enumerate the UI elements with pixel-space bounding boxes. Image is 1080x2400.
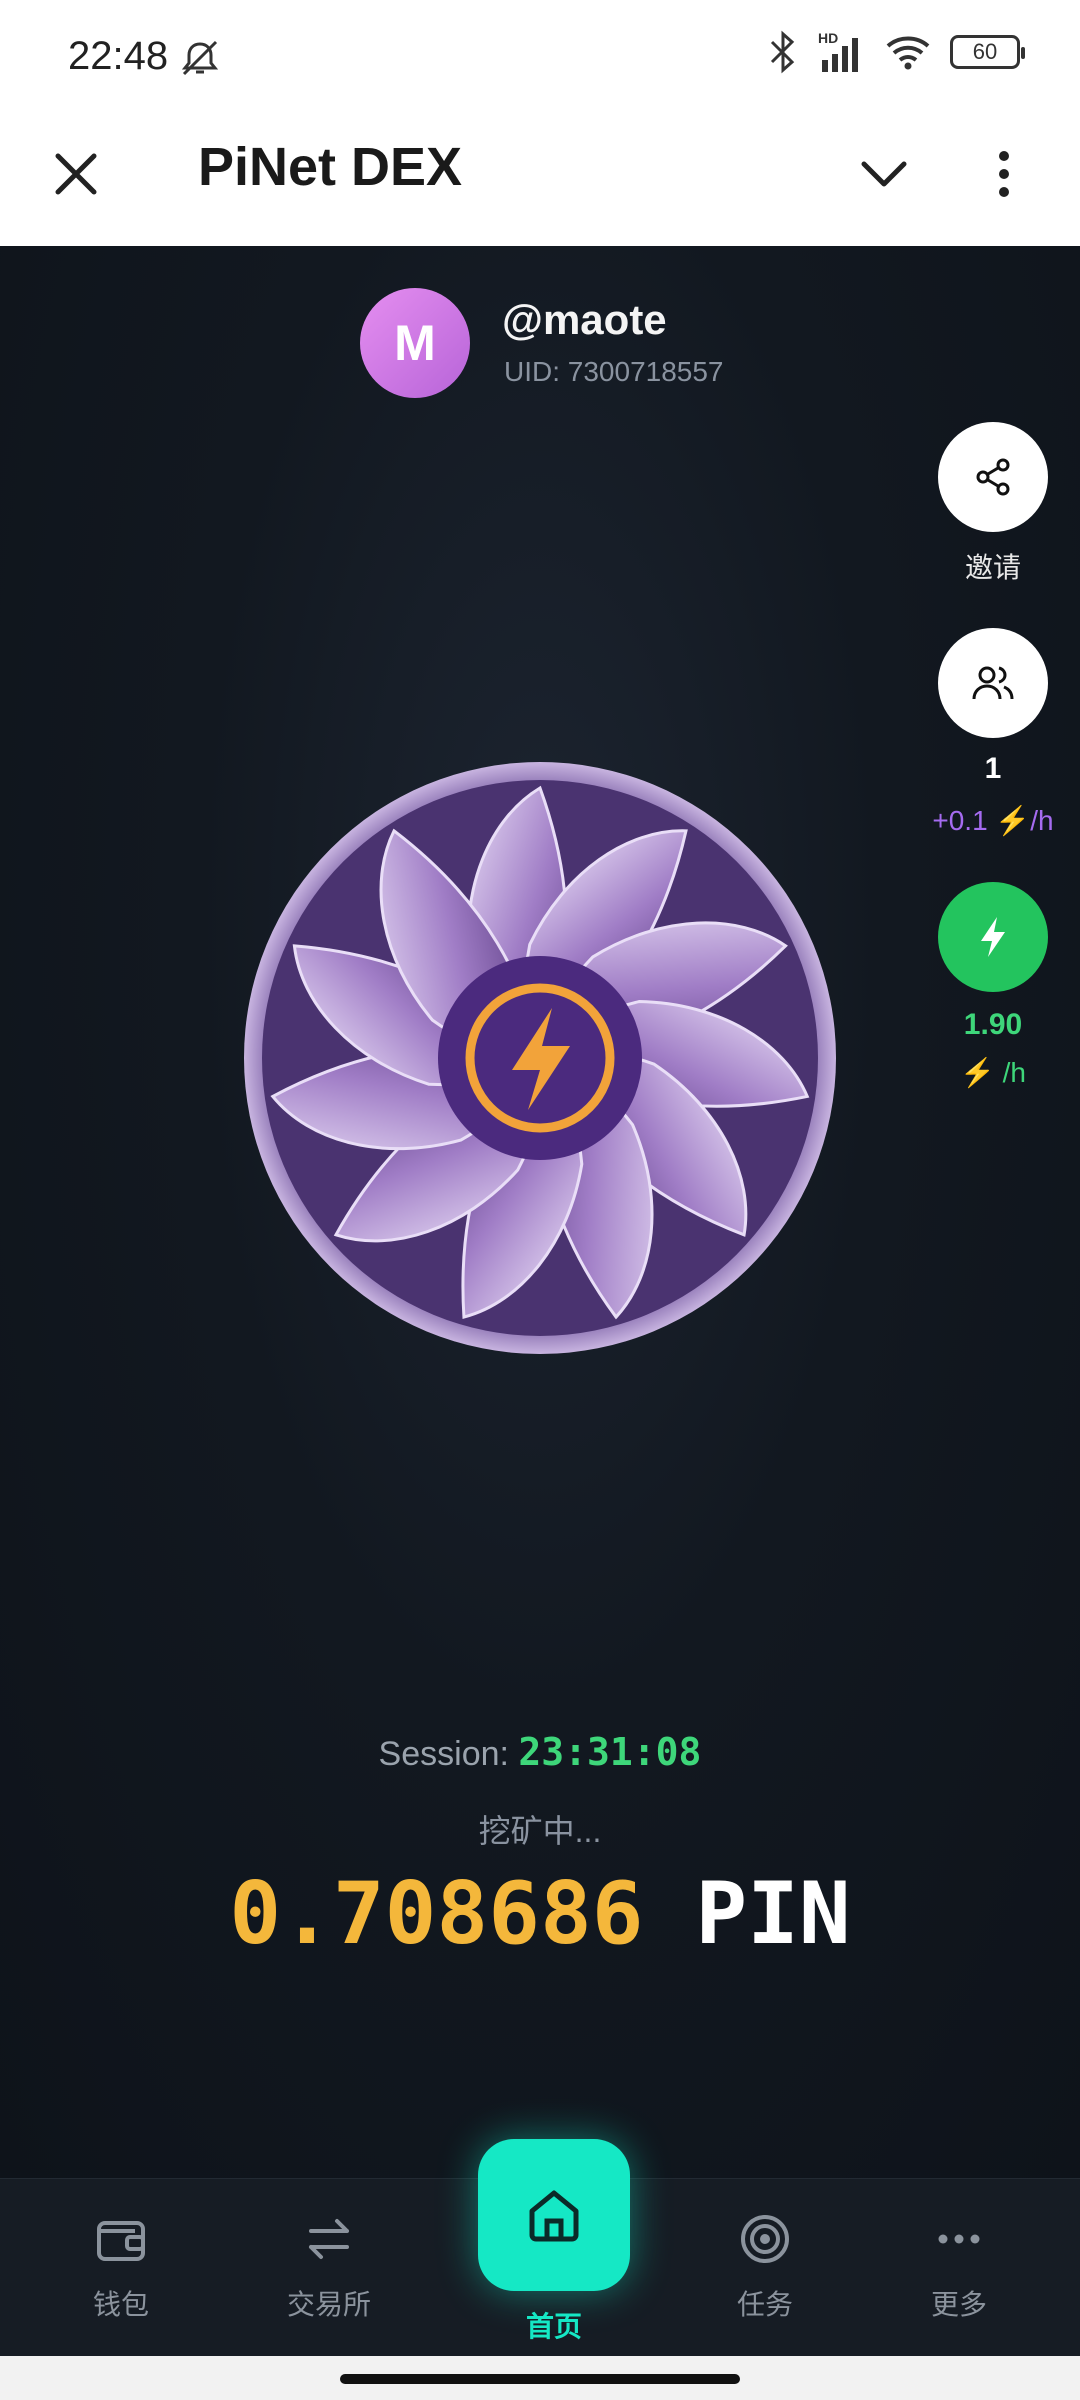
user-uid: UID: 7300718557 [504,356,724,387]
team-rate: +0.1 ⚡/h [932,805,1054,836]
team-count: 1 [984,752,1002,785]
status-icons: HD 60 [766,30,1025,74]
more-vertical-icon [999,151,1009,197]
boost-button[interactable] [938,882,1048,992]
nav-wallet-label: 钱包 [92,2289,149,2320]
status-time: 22:48 [68,34,169,78]
session-time: 23:31:08 [518,1730,702,1774]
boost-unit: ⚡ /h [960,1057,1026,1088]
mining-fan-graphic[interactable] [240,758,840,1358]
more-horizontal-icon [938,2234,980,2244]
users-icon [972,666,1014,700]
close-button[interactable] [44,142,108,206]
username: @maote [502,296,667,343]
nav-more[interactable]: 更多 [884,2209,1034,2323]
app-bar: PiNet DEX [0,118,1080,246]
boost-rate: 1.90 [963,1008,1023,1041]
nav-home[interactable] [478,2139,630,2291]
team-button[interactable] [938,628,1048,738]
lightning-icon [981,917,1005,957]
nav-tasks-label: 任务 [736,2289,793,2320]
bluetooth-icon [770,30,795,74]
chevron-down-icon [861,161,907,187]
session-timer: Session: 23:31:08 [0,1730,1080,1774]
balance-unit: PIN [695,1864,851,1964]
invite-label: 邀请 [964,552,1021,583]
share-icon [976,458,1010,496]
status-bar: 22:48 HD 60 [0,0,1080,118]
home-indicator[interactable] [340,2374,740,2384]
swap-icon [309,2219,349,2259]
session-label: Session: [378,1735,519,1773]
gesture-area [0,2356,1080,2400]
mined-balance: 0.708686 PIN [0,1864,1080,1964]
mining-status: 挖矿中... [478,1813,602,1849]
nav-more-label: 更多 [930,2289,987,2320]
target-icon [741,2215,789,2263]
collapse-button[interactable] [852,142,916,206]
bottom-nav: 钱包 交易所 首页 任务 更多 [0,2139,1080,2357]
mining-screen: M @maote UID: 7300718557 邀请 1 +0.1 ⚡/h 1… [0,246,1080,2178]
nav-exchange[interactable]: 交易所 [254,2209,404,2323]
close-icon [55,153,97,195]
nav-exchange-label: 交易所 [286,2289,371,2320]
more-options-button[interactable] [984,142,1024,206]
balance-amount: 0.708686 [229,1864,644,1964]
battery-icon: 60 [950,35,1025,69]
nav-home-label: 首页 [525,2311,582,2342]
page-title: PiNet DEX [198,137,463,197]
mute-bell-icon [181,40,219,76]
wallet-icon [97,2221,145,2261]
avatar[interactable]: M [360,288,470,398]
nav-wallet[interactable]: 钱包 [46,2209,196,2323]
nav-tasks[interactable]: 任务 [690,2209,840,2323]
wifi-icon [886,36,930,70]
signal-icon: HD [818,30,866,74]
home-icon [529,2190,579,2242]
invite-button[interactable] [938,422,1048,532]
